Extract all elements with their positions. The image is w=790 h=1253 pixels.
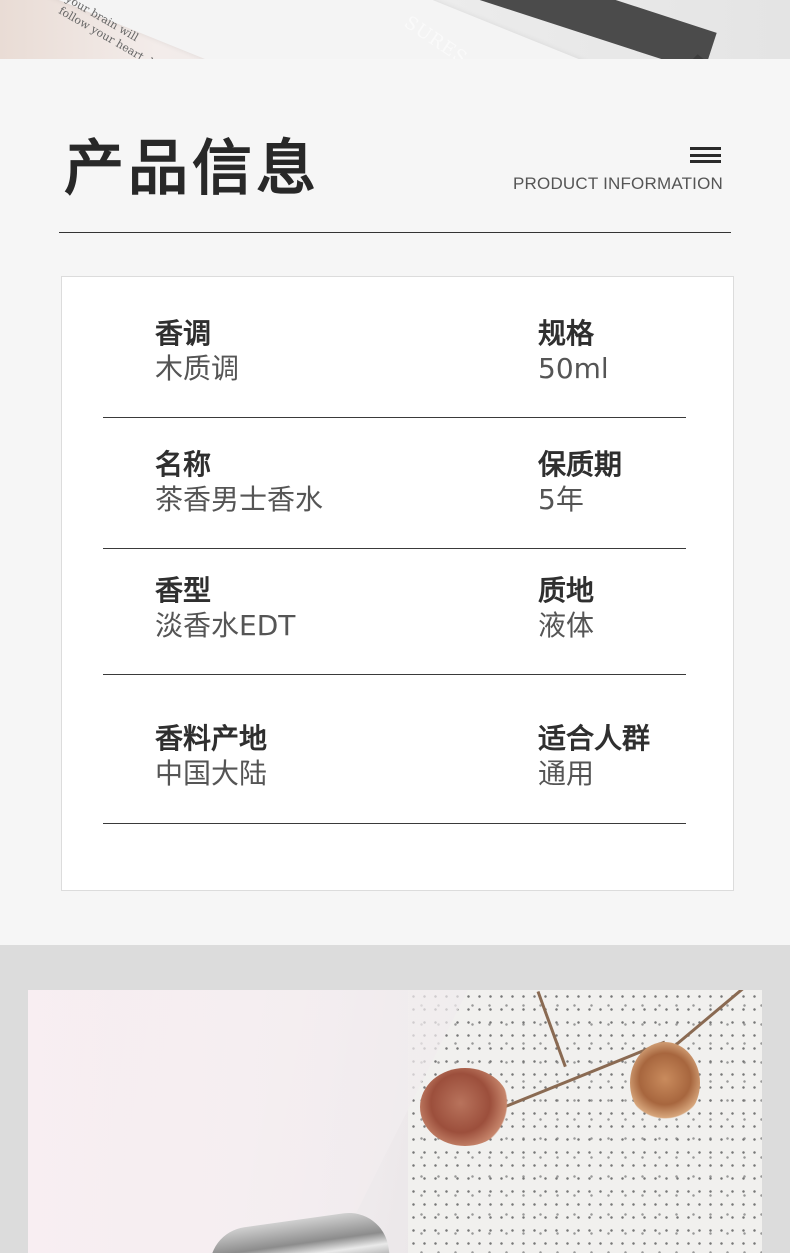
info-key: 规格	[538, 317, 595, 350]
info-key: 质地	[538, 574, 595, 607]
dried-rose	[420, 1068, 510, 1146]
info-cell-origin: 香料产地 中国大陆	[155, 722, 267, 792]
product-info-card: 香调 木质调 规格 50ml 名称 茶香男士香水 保质期 5年 香型 淡香水ED…	[61, 276, 734, 891]
info-key: 香料产地	[155, 722, 268, 755]
info-cell-target-users: 适合人群 通用	[538, 722, 650, 792]
info-key: 保质期	[538, 448, 623, 481]
info-value: 中国大陆	[155, 757, 268, 790]
page-title: 产品信息	[64, 134, 320, 204]
info-value: 淡香水EDT	[155, 609, 296, 642]
iridescent-fabric	[28, 990, 468, 1253]
page-subtitle: PRODUCT INFORMATION	[513, 174, 723, 193]
info-key: 名称	[155, 448, 212, 481]
info-cell-texture: 质地 液体	[538, 574, 594, 644]
menu-icon-bar	[690, 160, 721, 163]
info-cell-shelf-life: 保质期 5年	[538, 448, 622, 518]
info-value: 5年	[538, 483, 584, 516]
info-cell-size: 规格 50ml	[538, 317, 609, 387]
dark-curve	[650, 0, 790, 59]
info-row: 香调 木质调 规格 50ml	[103, 277, 686, 418]
info-key: 香型	[155, 574, 212, 607]
menu-icon-bar	[690, 153, 721, 157]
info-value: 茶香男士香水	[155, 483, 324, 516]
info-key: 适合人群	[538, 722, 651, 755]
bottom-product-photo	[28, 990, 762, 1253]
info-cell-fragrance-type: 香型 淡香水EDT	[155, 574, 295, 644]
header-divider	[59, 232, 731, 233]
info-value: 50ml	[538, 352, 609, 385]
info-key: 香调	[155, 317, 212, 350]
info-value: 木质调	[155, 352, 240, 385]
info-cell-fragrance-note: 香调 木质调	[155, 317, 239, 387]
info-value: 通用	[538, 757, 595, 790]
info-cell-name: 名称 茶香男士香水	[155, 448, 323, 518]
info-row: 名称 茶香男士香水 保质期 5年	[103, 418, 686, 549]
info-value: 液体	[538, 609, 595, 642]
info-row: 香料产地 中国大陆 适合人群 通用	[103, 675, 686, 824]
menu-icon	[690, 147, 721, 163]
dried-rose	[630, 1042, 700, 1124]
info-row: 香型 淡香水EDT 质地 液体	[103, 549, 686, 675]
top-product-photo: your brain will follow your heart, b SUR…	[0, 0, 790, 59]
menu-icon-bar	[690, 147, 721, 150]
